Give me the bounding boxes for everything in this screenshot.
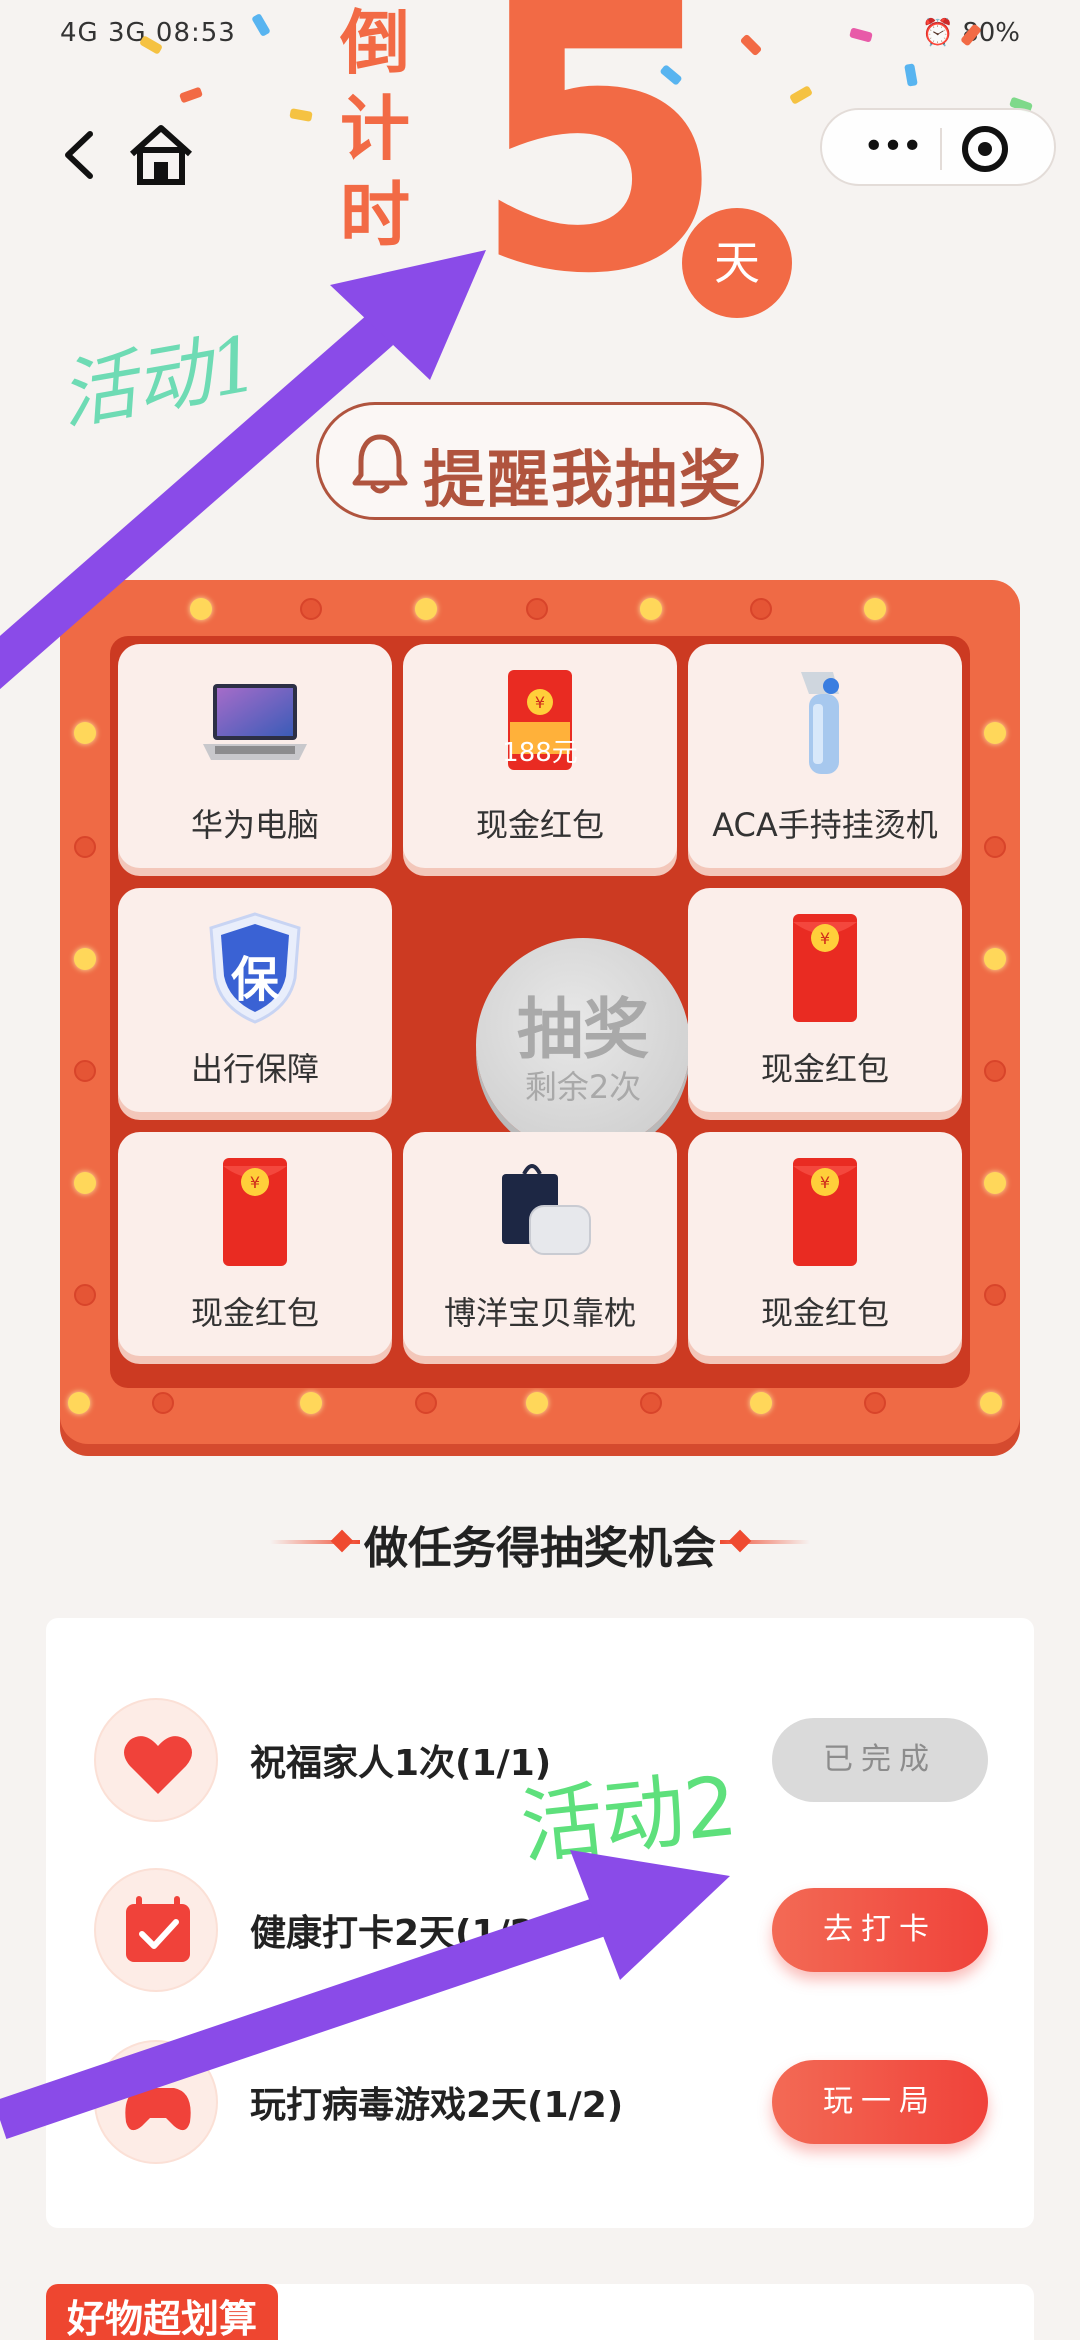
light-bulb [980,1392,1002,1414]
task-label: 玩打病毒游戏2天(1/2) [250,2085,624,2126]
calendar-check-icon [126,1896,190,1962]
title-decoration-right [720,1540,810,1544]
task-icon-wrap [94,1698,218,1822]
task-icon-wrap [94,1868,218,1992]
gamepad-icon [125,2088,191,2131]
light-bulb [415,598,437,620]
light-bulb [750,1392,772,1414]
prize-name: 出行保障 [190,1050,319,1088]
draw-title: 抽奖 [517,991,649,1068]
svg-text:¥: ¥ [820,1173,830,1192]
light-bulb [984,948,1006,970]
remind-me-button[interactable]: 提醒我抽奖 [316,402,764,520]
prize-cell-cash[interactable]: ¥ 现金红包 [688,888,962,1112]
prize-name: 华为电脑 [190,806,319,844]
deals-banner[interactable]: 好物超划算 [46,2284,1034,2340]
prize-cell-steamer[interactable]: ACA手持挂烫机 [688,644,962,868]
prize-cell-cash[interactable]: ¥ 现金红包 [118,1132,392,1356]
svg-text:¥: ¥ [535,693,545,712]
back-button[interactable] [56,120,106,190]
heart-icon [124,1736,192,1794]
countdown-label-char: 时 [340,173,410,256]
light-bulb [74,722,96,744]
prize-name: 现金红包 [760,1050,889,1088]
light-bulb [640,598,662,620]
task-list: 祝福家人1次(1/1) 已完成 健康打卡2天(1/2) 去打卡 玩打病毒游戏2天… [46,1618,1034,2228]
light-bulb [415,1392,437,1414]
draw-button[interactable]: 抽奖 剩余2次 [476,938,690,1152]
more-button[interactable]: ••• [852,127,932,167]
countdown-label-char: 计 [340,87,410,170]
red-envelope-icon: ¥ [223,1158,287,1266]
mini-program-capsule: ••• [820,108,1056,186]
task-label: 祝福家人1次(1/1) [250,1743,552,1784]
deals-tag: 好物超划算 [46,2284,278,2340]
prize-cell-travel-insurance[interactable]: 保 出行保障 [118,888,392,1112]
countdown-label-char: 倒 [340,1,410,84]
task-done-button[interactable]: 已完成 [772,1718,988,1802]
remind-me-label: 提醒我抽奖 [423,443,744,516]
capsule-divider [940,128,942,170]
red-envelope-icon: ¥ [793,1158,857,1266]
prize-cell-pillow[interactable]: 博洋宝贝靠枕 [403,1132,677,1356]
light-bulb [300,598,322,620]
light-bulb [152,1392,174,1414]
light-bulb [74,836,96,858]
prize-cell-laptop[interactable]: 华为电脑 [118,644,392,868]
light-bulb [984,1172,1006,1194]
light-bulb [984,1284,1006,1306]
pillow-icon [502,1164,591,1255]
prize-name: 现金红包 [760,1294,889,1332]
light-bulb [74,948,96,970]
envelope-amount: 188元 [502,738,578,768]
annotation-activity-1: 活动1 [52,318,266,441]
light-bulb [526,1392,548,1414]
lottery-grid: 华为电脑 ¥ 188元 现金红包 ACA手持挂烫机 保 出行保障 抽奖 剩余2次… [110,636,970,1388]
steamer-icon [801,672,839,774]
light-bulb [984,1060,1006,1082]
shield-badge: 保 [230,952,279,1008]
laptop-icon [203,684,307,760]
light-bulb [750,598,772,620]
light-bulb [640,1392,662,1414]
lottery-board: 华为电脑 ¥ 188元 现金红包 ACA手持挂烫机 保 出行保障 抽奖 剩余2次… [60,580,1020,1444]
task-item: 玩打病毒游戏2天(1/2) 玩一局 [46,2024,1034,2164]
close-target-icon[interactable] [962,126,1008,172]
light-bulb [74,1284,96,1306]
prize-name: ACA手持挂烫机 [712,806,938,844]
svg-text:¥: ¥ [820,929,830,948]
task-checkin-button[interactable]: 去打卡 [772,1888,988,1972]
prize-name: 博洋宝贝靠枕 [443,1294,636,1332]
countdown-unit: 天 [682,208,792,318]
light-bulb [984,722,1006,744]
prize-name: 现金红包 [475,806,604,844]
prize-name: 现金红包 [190,1294,319,1332]
bell-icon [352,434,408,494]
home-icon [129,125,193,185]
light-bulb [300,1392,322,1414]
task-label: 健康打卡2天(1/2) [250,1913,552,1954]
prize-cell-cash[interactable]: ¥ 现金红包 [688,1132,962,1356]
draw-remaining: 剩余2次 [524,1068,642,1106]
prize-cell-cash-188[interactable]: ¥ 188元 现金红包 [403,644,677,868]
tasks-title: 做任务得抽奖机会 [364,1523,716,1574]
task-icon-wrap [94,2040,218,2164]
red-envelope-icon: ¥ [793,914,857,1022]
light-bulb [74,1172,96,1194]
annotation-activity-2: 活动2 [516,1758,742,1876]
svg-text:¥: ¥ [250,1173,260,1192]
light-bulb [984,836,1006,858]
home-button[interactable] [126,120,196,190]
light-bulb [864,598,886,620]
light-bulb [68,1392,90,1414]
chevron-left-icon [65,131,93,179]
light-bulb [74,1060,96,1082]
task-play-button[interactable]: 玩一局 [772,2060,988,2144]
light-bulb [190,598,212,620]
light-bulb [864,1392,886,1414]
countdown-label: 倒 计 时 [330,0,420,258]
light-bulb [526,598,548,620]
